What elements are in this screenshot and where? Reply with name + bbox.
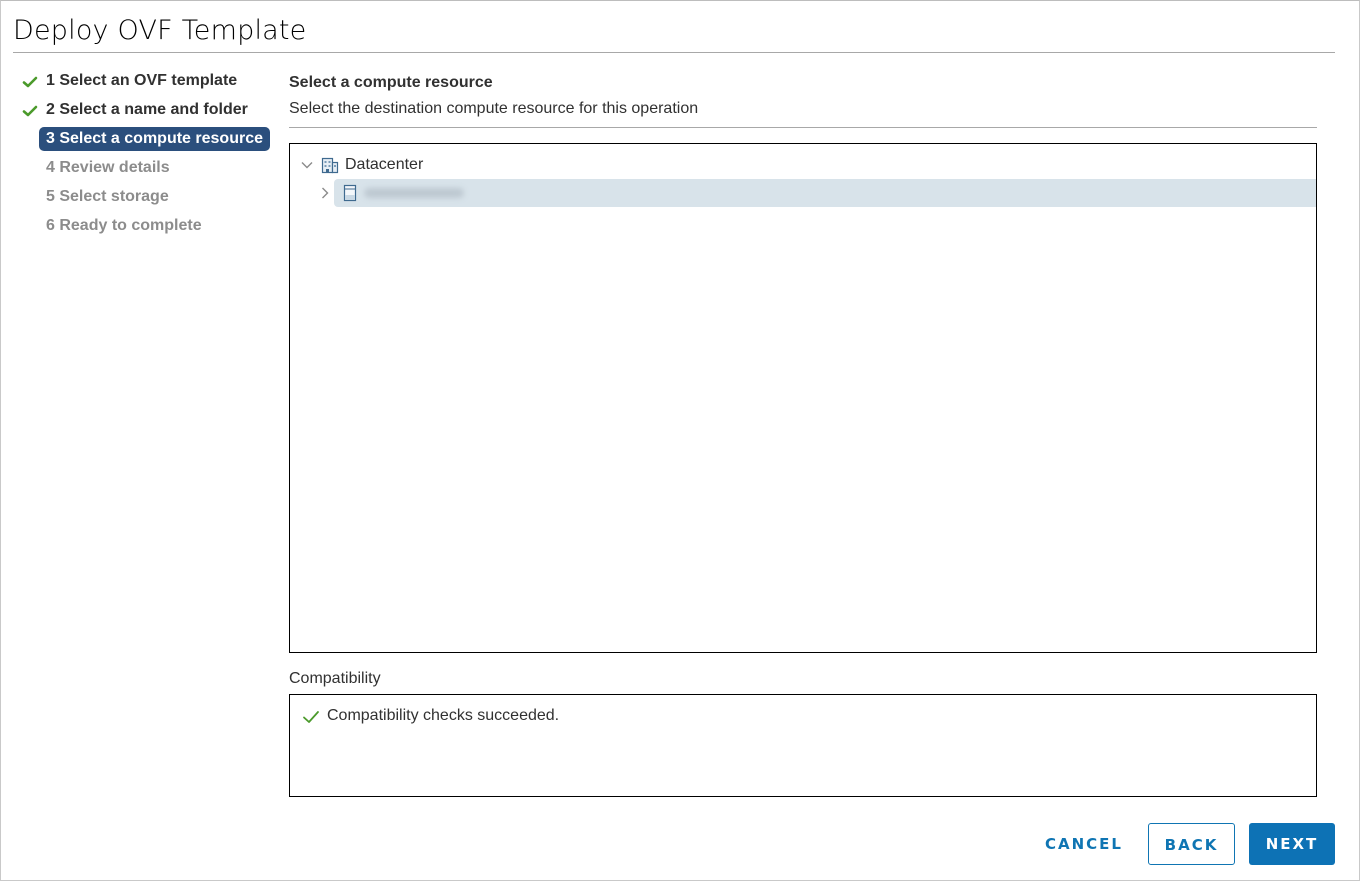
- step-select-compute-resource[interactable]: 3 Select a compute resource: [20, 126, 270, 155]
- step-label: 1 Select an OVF template: [46, 72, 238, 89]
- dialog-title: Deploy OVF Template: [13, 15, 307, 46]
- step-label: 2 Select a name and folder: [46, 101, 248, 118]
- step-label: 4 Review details: [46, 159, 170, 176]
- success-check-icon: [303, 711, 319, 723]
- step-select-ovf-template[interactable]: 1 Select an OVF template: [20, 68, 270, 97]
- compatibility-label: Compatibility: [289, 670, 381, 687]
- chevron-right-icon[interactable]: [318, 186, 332, 200]
- cancel-button[interactable]: CANCEL: [1040, 823, 1128, 865]
- back-button[interactable]: BACK: [1148, 823, 1235, 865]
- compute-resource-tree: Datacenter: [289, 143, 1317, 653]
- selected-row-highlight: [334, 179, 1316, 207]
- section-description: Select the destination compute resource …: [289, 100, 699, 117]
- redacted-host-name: [364, 188, 464, 198]
- checkmark-icon: [22, 76, 38, 88]
- checkmark-icon: [22, 105, 38, 117]
- tree-node-host[interactable]: [290, 179, 1316, 207]
- host-icon: [343, 184, 357, 202]
- step-select-storage: 5 Select storage: [20, 184, 270, 213]
- section-heading: Select a compute resource: [289, 74, 493, 91]
- step-label: 3 Select a compute resource: [39, 127, 270, 151]
- step-label: 5 Select storage: [46, 188, 169, 205]
- tree-label[interactable]: Datacenter: [345, 156, 423, 174]
- section-divider: [289, 127, 1317, 128]
- step-ready-to-complete: 6 Ready to complete: [20, 213, 270, 242]
- step-select-name-folder[interactable]: 2 Select a name and folder: [20, 97, 270, 126]
- chevron-down-icon[interactable]: [300, 158, 314, 172]
- wizard-steps: 1 Select an OVF template 2 Select a name…: [20, 68, 270, 242]
- step-review-details: 4 Review details: [20, 155, 270, 184]
- step-label: 6 Ready to complete: [46, 217, 202, 234]
- title-divider: [13, 52, 1335, 53]
- datacenter-icon: [321, 157, 339, 174]
- compatibility-panel: Compatibility checks succeeded.: [289, 694, 1317, 797]
- compatibility-message: Compatibility checks succeeded.: [327, 707, 560, 724]
- next-button[interactable]: NEXT: [1249, 823, 1335, 865]
- tree-node-datacenter[interactable]: Datacenter: [290, 151, 1316, 179]
